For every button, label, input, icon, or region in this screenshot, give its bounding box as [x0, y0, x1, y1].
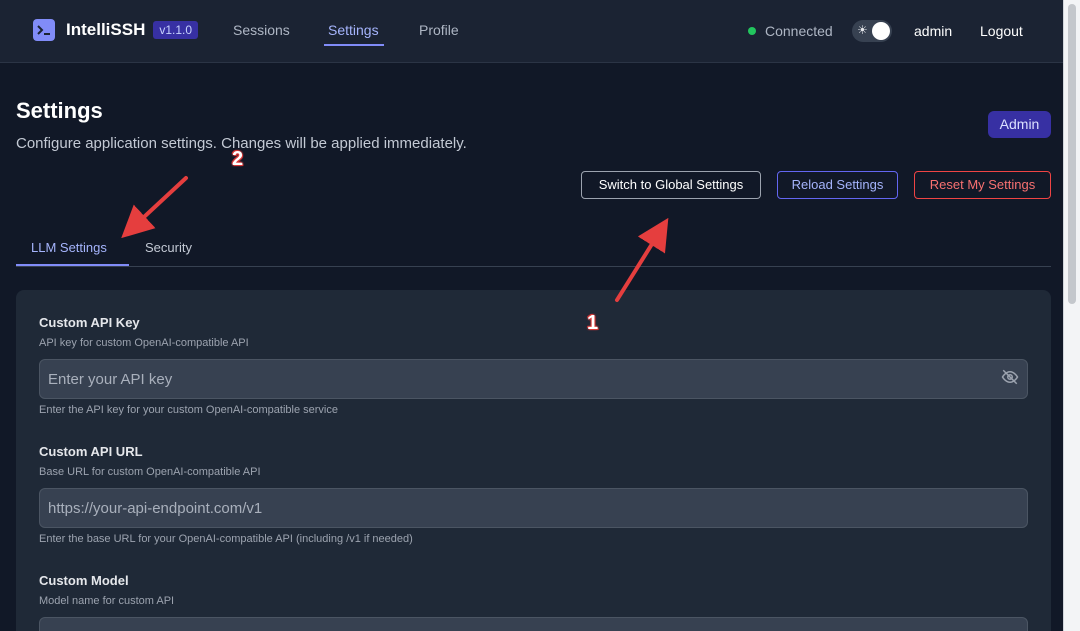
app-window: IntelliSSH v1.1.0 Sessions Settings Prof… [0, 0, 1064, 631]
annotation-arrow-2 [121, 176, 188, 239]
annotation-number-2: 2 [232, 148, 244, 170]
annotation-arrow-1 [615, 217, 669, 302]
scrollbar-thumb[interactable] [1068, 4, 1076, 304]
vertical-scrollbar[interactable] [1063, 0, 1080, 631]
annotation-number-1: 1 [587, 312, 599, 334]
annotation-arrows [121, 176, 669, 302]
